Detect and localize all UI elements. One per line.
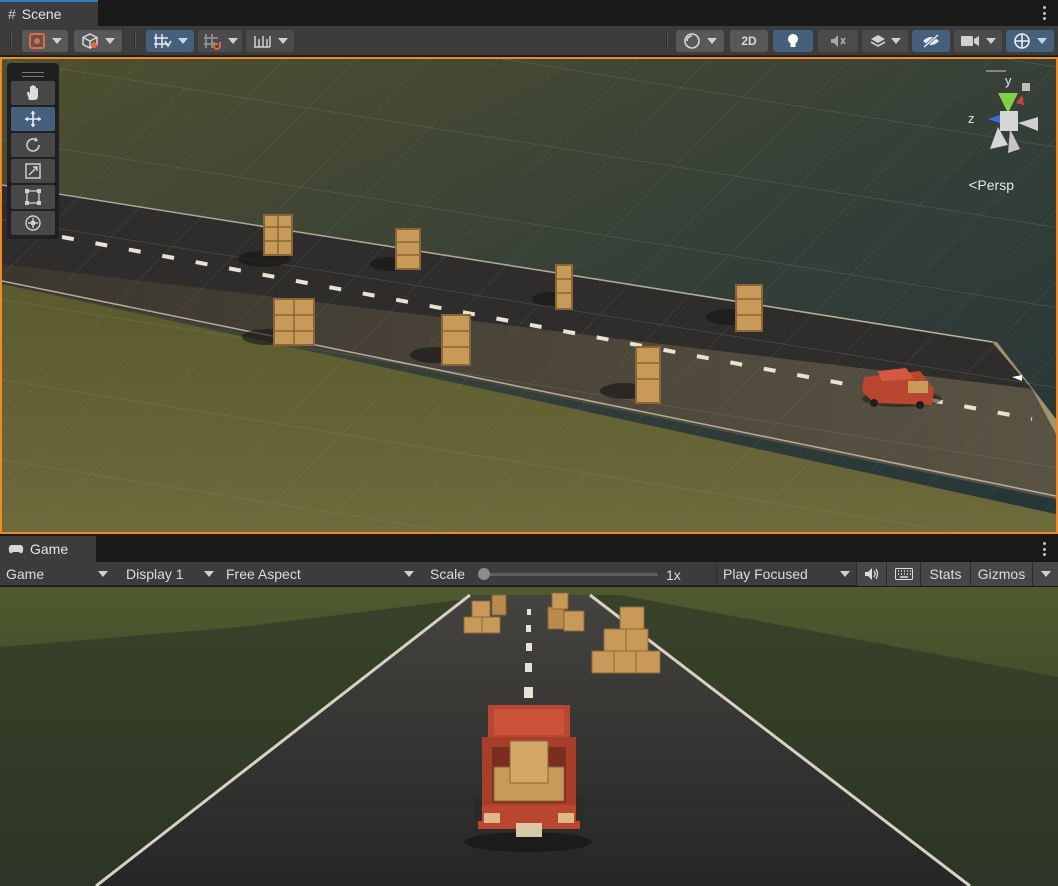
game-tab-bar: Game bbox=[0, 536, 1058, 562]
chevron-down-icon bbox=[840, 571, 850, 577]
rotate-tool-button[interactable] bbox=[11, 133, 55, 157]
scene-visibility-button[interactable] bbox=[912, 30, 950, 52]
scene-3d-render[interactable] bbox=[2, 59, 1056, 532]
aspect-dropdown[interactable]: Free Aspect bbox=[220, 562, 420, 586]
display-dropdown[interactable]: Display 1 bbox=[120, 562, 220, 586]
scene-more-options-icon[interactable] bbox=[1042, 6, 1046, 20]
scale-slider-handle[interactable] bbox=[478, 568, 490, 580]
shading-mode-button[interactable] bbox=[74, 30, 122, 52]
scale-label: Scale bbox=[430, 566, 466, 582]
scene-tab-bar: # Scene bbox=[0, 0, 1058, 26]
incremental-snapping-button[interactable] bbox=[198, 30, 242, 52]
transform-icon bbox=[25, 215, 41, 231]
ruler-button[interactable] bbox=[246, 30, 294, 52]
play-mode-value: Play Focused bbox=[723, 566, 808, 582]
projection-toggle[interactable]: <Persp bbox=[969, 177, 1014, 194]
draw-mode-icon bbox=[29, 33, 45, 49]
scale-value: 1x bbox=[666, 567, 681, 583]
audio-toggle-button[interactable] bbox=[818, 30, 858, 52]
grid-hash-icon: # bbox=[8, 6, 16, 22]
gamepad-icon bbox=[8, 545, 24, 554]
camera-icon bbox=[961, 36, 979, 46]
toolbar-separator bbox=[666, 33, 668, 49]
game-more-options-icon[interactable] bbox=[1042, 542, 1046, 556]
view-mode-value: Game bbox=[6, 566, 45, 582]
move-tool-button[interactable] bbox=[11, 107, 55, 131]
toggle-2d-label: 2D bbox=[741, 34, 757, 48]
stats-button[interactable]: Stats bbox=[920, 562, 970, 586]
aspect-value: Free Aspect bbox=[226, 566, 301, 582]
toolbar-separator bbox=[134, 33, 136, 49]
grid-snapping-button[interactable] bbox=[146, 30, 194, 52]
eye-hidden-icon bbox=[923, 33, 939, 49]
transform-tools-overlay bbox=[7, 63, 59, 239]
toolbar-separator bbox=[10, 33, 12, 49]
rect-tool-button[interactable] bbox=[11, 185, 55, 209]
speaker-mute-icon bbox=[831, 35, 846, 47]
ruler-icon bbox=[254, 36, 271, 48]
display-value: Display 1 bbox=[126, 566, 184, 582]
chevron-down-icon bbox=[98, 571, 108, 577]
grid-snap-icon bbox=[154, 34, 172, 48]
scene-viewport[interactable]: y z <Persp bbox=[0, 57, 1058, 534]
scale-control: Scale 1x bbox=[424, 562, 714, 586]
chevron-down-icon bbox=[204, 571, 214, 577]
sphere-icon bbox=[684, 33, 700, 49]
play-mode-dropdown[interactable]: Play Focused bbox=[716, 562, 856, 586]
game-toolbar: Game Display 1 Free Aspect Scale 1x Play… bbox=[0, 562, 1058, 586]
gizmos-dropdown-button[interactable] bbox=[1032, 562, 1058, 586]
chevron-down-icon bbox=[1040, 571, 1051, 577]
move-arrows-icon bbox=[25, 111, 41, 127]
axis-y-label: y bbox=[1005, 73, 1012, 88]
layers-effects-icon bbox=[870, 35, 886, 47]
hand-icon bbox=[27, 85, 38, 100]
cube-icon bbox=[82, 33, 98, 49]
rect-transform-icon bbox=[25, 189, 41, 205]
light-bulb-icon bbox=[788, 34, 798, 47]
shortcuts-button[interactable] bbox=[886, 562, 920, 586]
view-tool-button[interactable] bbox=[11, 81, 55, 105]
speaker-icon bbox=[864, 568, 878, 580]
scale-tool-button[interactable] bbox=[11, 159, 55, 183]
gizmos-toggle-button[interactable]: Gizmos bbox=[970, 562, 1032, 586]
scene-tab-label: Scene bbox=[21, 6, 62, 22]
game-tab-label: Game bbox=[30, 541, 69, 557]
gizmos-label: Gizmos bbox=[977, 566, 1026, 582]
game-viewport[interactable] bbox=[0, 587, 1058, 886]
rotate-icon bbox=[26, 137, 40, 152]
lighting-toggle-button[interactable] bbox=[773, 30, 813, 52]
projection-label: Persp bbox=[977, 177, 1014, 193]
game-tab[interactable]: Game bbox=[0, 536, 96, 562]
render-mode-button[interactable] bbox=[676, 30, 724, 52]
gizmo-globe-icon bbox=[1014, 33, 1030, 49]
camera-settings-button[interactable] bbox=[954, 30, 1002, 52]
overlay-drag-handle[interactable] bbox=[11, 67, 55, 81]
toggle-2d-button[interactable]: 2D bbox=[730, 30, 768, 52]
stats-label: Stats bbox=[929, 566, 962, 582]
axis-z-label: z bbox=[968, 111, 975, 126]
scale-icon bbox=[25, 163, 41, 179]
transform-tool-button[interactable] bbox=[11, 211, 55, 235]
keyboard-icon bbox=[894, 568, 913, 580]
draw-mode-button[interactable] bbox=[22, 30, 68, 52]
scene-tab[interactable]: # Scene bbox=[0, 0, 98, 26]
view-mode-dropdown[interactable]: Game bbox=[0, 562, 114, 586]
scale-slider-track[interactable] bbox=[482, 573, 658, 576]
snap-magnet-icon bbox=[204, 34, 221, 50]
lock-icon[interactable] bbox=[1022, 83, 1030, 91]
chevron-down-icon bbox=[404, 571, 414, 577]
gizmos-button[interactable] bbox=[1006, 30, 1054, 52]
effects-button[interactable] bbox=[862, 30, 908, 52]
scene-toolbar: 2D bbox=[0, 26, 1058, 56]
mute-audio-button[interactable] bbox=[856, 562, 886, 586]
game-3d-render[interactable] bbox=[0, 587, 1058, 886]
